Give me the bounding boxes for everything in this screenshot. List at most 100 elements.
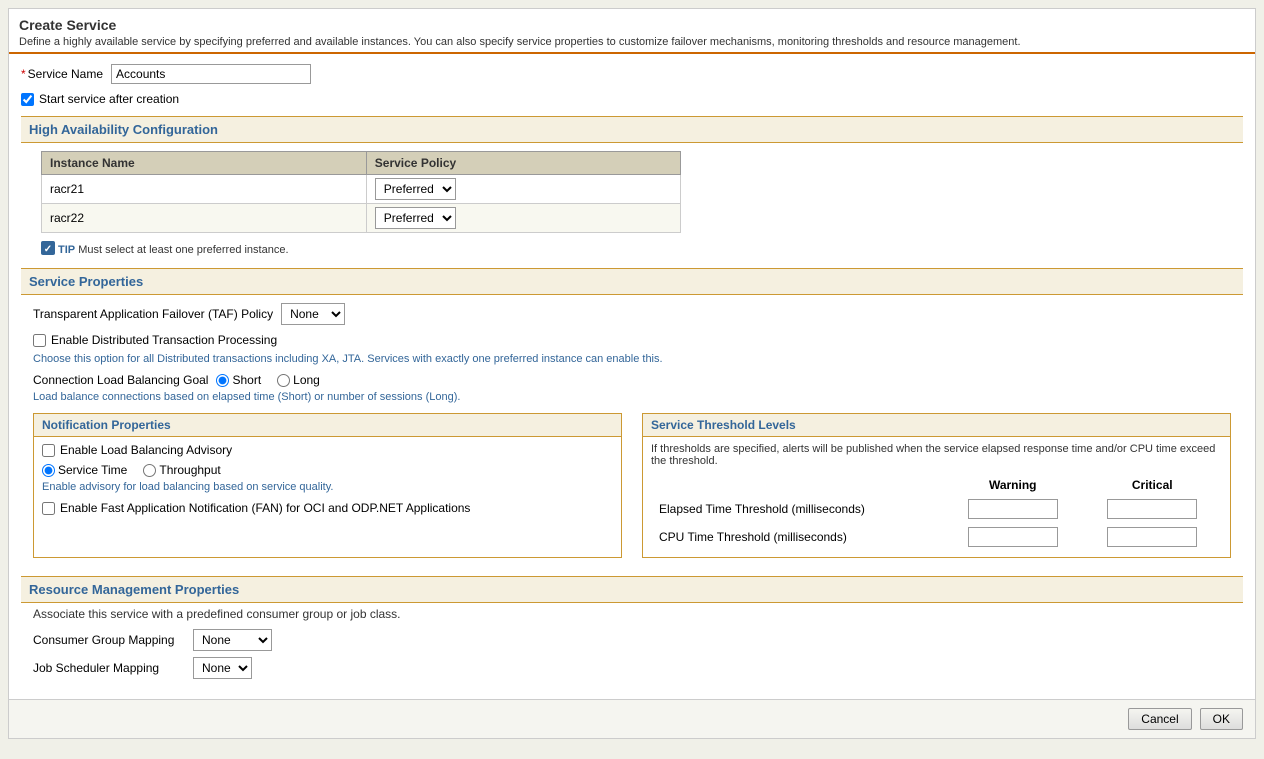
resource-header: Resource Management Properties: [21, 576, 1243, 603]
tip-label: TIP: [58, 244, 75, 256]
service-name-label: Service Name: [28, 67, 103, 81]
page-container: Create Service Define a highly available…: [8, 8, 1256, 739]
ha-instance-1: racr21: [42, 175, 367, 204]
cpu-threshold-row: CPU Time Threshold (milliseconds): [651, 523, 1222, 551]
clb-short-label: Short: [232, 373, 261, 387]
start-service-row: Start service after creation: [21, 92, 1243, 106]
clb-label: Connection Load Balancing Goal: [33, 373, 208, 387]
ha-col-instance: Instance Name: [42, 152, 367, 175]
clb-short-option[interactable]: Short: [216, 373, 261, 387]
page-header: Create Service Define a highly available…: [9, 9, 1255, 54]
service-name-row: * Service Name: [21, 64, 1243, 84]
ha-config-header: High Availability Configuration: [21, 116, 1243, 143]
notification-content: Enable Load Balancing Advisory Service T…: [34, 437, 621, 527]
consumer-row: Consumer Group Mapping None LOW MEDIUM H…: [33, 629, 1231, 651]
resource-section: Resource Management Properties Associate…: [21, 576, 1243, 679]
ha-policy-select-1[interactable]: Preferred Available None: [375, 178, 456, 200]
throughput-radio[interactable]: [143, 464, 156, 477]
elapsed-threshold-row: Elapsed Time Threshold (milliseconds): [651, 495, 1222, 523]
elapsed-critical-input[interactable]: [1107, 499, 1197, 519]
svg-text:✓: ✓: [44, 244, 52, 255]
ha-row-1: racr21 Preferred Available None: [42, 175, 681, 204]
taf-label: Transparent Application Failover (TAF) P…: [33, 307, 273, 321]
cpu-critical-cell: [1082, 523, 1222, 551]
resource-title: Resource Management Properties: [29, 582, 239, 597]
dist-txn-checkbox[interactable]: [33, 334, 46, 347]
service-name-input[interactable]: [111, 64, 311, 84]
threshold-blank-col: [651, 475, 943, 495]
ha-policy-1: Preferred Available None: [366, 175, 680, 204]
notification-radio-group: Service Time Throughput: [42, 463, 613, 477]
start-service-label: Start service after creation: [39, 92, 179, 106]
resource-desc: Associate this service with a predefined…: [33, 607, 1231, 621]
lb-advisory-label: Enable Load Balancing Advisory: [60, 443, 232, 457]
throughput-label: Throughput: [159, 463, 220, 477]
ha-config-title: High Availability Configuration: [29, 122, 218, 137]
dist-txn-info[interactable]: Choose this option for all Distributed t…: [33, 353, 1231, 365]
clb-long-option[interactable]: Long: [277, 373, 320, 387]
service-time-option[interactable]: Service Time: [42, 463, 127, 477]
clb-row: Connection Load Balancing Goal Short Lon…: [33, 373, 1231, 387]
ha-instance-2: racr22: [42, 204, 367, 233]
lb-advisory-row: Enable Load Balancing Advisory: [42, 443, 613, 457]
service-time-radio[interactable]: [42, 464, 55, 477]
clb-long-label: Long: [293, 373, 320, 387]
tip-icon: ✓: [41, 241, 55, 255]
ha-row-2: racr22 Preferred Available None: [42, 204, 681, 233]
threshold-critical-col: Critical: [1082, 475, 1222, 495]
threshold-desc: If thresholds are specified, alerts will…: [651, 443, 1222, 467]
tip-text: Must select at least one preferred insta…: [78, 244, 288, 256]
bottom-bar: Cancel OK: [9, 699, 1255, 738]
cpu-warning-input[interactable]: [968, 527, 1058, 547]
threshold-title: Service Threshold Levels: [643, 414, 1230, 437]
ha-col-policy: Service Policy: [366, 152, 680, 175]
taf-row: Transparent Application Failover (TAF) P…: [33, 303, 1231, 325]
elapsed-label: Elapsed Time Threshold (milliseconds): [651, 495, 943, 523]
two-col-section: Notification Properties Enable Load Bala…: [33, 413, 1231, 558]
cpu-warning-cell: [943, 523, 1083, 551]
consumer-select[interactable]: None LOW MEDIUM HIGH: [193, 629, 272, 651]
taf-select[interactable]: None Basic Select: [281, 303, 345, 325]
main-content: * Service Name Start service after creat…: [9, 54, 1255, 699]
fan-label: Enable Fast Application Notification (FA…: [60, 501, 470, 515]
elapsed-warning-input[interactable]: [968, 499, 1058, 519]
cancel-button[interactable]: Cancel: [1128, 708, 1191, 730]
lb-advisory-checkbox[interactable]: [42, 444, 55, 457]
ha-policy-select-2[interactable]: Preferred Available None: [375, 207, 456, 229]
job-select[interactable]: None: [193, 657, 252, 679]
elapsed-critical-cell: [1082, 495, 1222, 523]
job-label: Job Scheduler Mapping: [33, 661, 193, 675]
fan-row: Enable Fast Application Notification (FA…: [42, 501, 613, 515]
clb-short-radio[interactable]: [216, 374, 229, 387]
service-properties-header: Service Properties: [21, 268, 1243, 295]
notification-title: Notification Properties: [34, 414, 621, 437]
cpu-label: CPU Time Threshold (milliseconds): [651, 523, 943, 551]
consumer-label: Consumer Group Mapping: [33, 633, 193, 647]
job-row: Job Scheduler Mapping None: [33, 657, 1231, 679]
ok-button[interactable]: OK: [1200, 708, 1243, 730]
threshold-warning-col: Warning: [943, 475, 1083, 495]
service-properties-section: Service Properties Transparent Applicati…: [21, 268, 1243, 566]
clb-long-radio[interactable]: [277, 374, 290, 387]
ha-table: Instance Name Service Policy racr21 Pref…: [41, 151, 681, 233]
cpu-critical-input[interactable]: [1107, 527, 1197, 547]
service-properties-title: Service Properties: [29, 274, 143, 289]
lb-info[interactable]: Enable advisory for load balancing based…: [42, 481, 613, 493]
page-title: Create Service: [19, 17, 1245, 33]
dist-txn-label: Enable Distributed Transaction Processin…: [51, 333, 277, 347]
throughput-option[interactable]: Throughput: [143, 463, 220, 477]
start-service-checkbox[interactable]: [21, 93, 34, 106]
fan-checkbox[interactable]: [42, 502, 55, 515]
required-star: *: [21, 67, 26, 81]
threshold-content: If thresholds are specified, alerts will…: [643, 437, 1230, 557]
service-time-label: Service Time: [58, 463, 127, 477]
page-description: Define a highly available service by spe…: [19, 36, 1245, 48]
threshold-table: Warning Critical Elapsed Time Threshold …: [651, 475, 1222, 551]
service-properties-inner: Transparent Application Failover (TAF) P…: [21, 295, 1243, 566]
threshold-section: Service Threshold Levels If thresholds a…: [642, 413, 1231, 558]
dist-txn-row: Enable Distributed Transaction Processin…: [33, 333, 1231, 347]
ha-config-section: High Availability Configuration Instance…: [21, 116, 1243, 258]
clb-info[interactable]: Load balance connections based on elapse…: [33, 391, 1231, 403]
tip-row: ✓ TIP Must select at least one preferred…: [41, 241, 1243, 258]
ha-policy-2: Preferred Available None: [366, 204, 680, 233]
